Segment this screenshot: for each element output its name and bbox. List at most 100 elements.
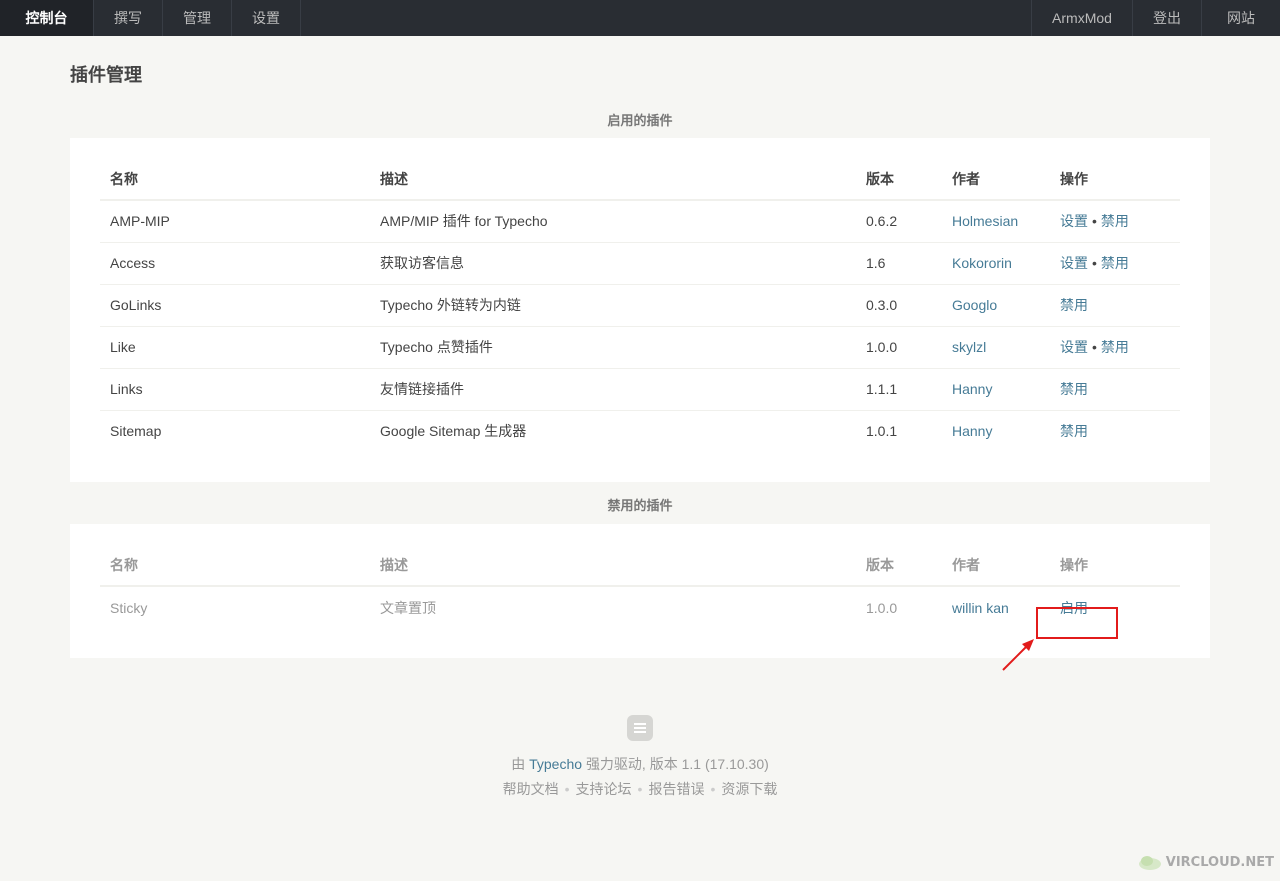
plugin-name: Access [100,242,370,285]
plugin-author-cell: skylzl [942,326,1050,369]
nav-user-profile[interactable]: ArmxMod [1031,0,1132,36]
nav-write[interactable]: 撰写 [94,0,163,36]
header-author: 作者 [942,158,1050,201]
plugin-author-link[interactable]: Kokororin [952,255,1012,271]
plugin-name: Sticky [110,599,148,616]
nav-left-group: 控制台 撰写 管理 设置 [0,0,301,36]
plugin-disable-link[interactable]: 禁用 [1101,255,1129,271]
powered-by-line: 由 Typecho 强力驱动, 版本 1.1 (17.10.30) [70,754,1210,774]
plugin-author-link[interactable]: Holmesian [952,213,1018,229]
plugin-disable-link[interactable]: 禁用 [1101,213,1129,229]
footer-link-forum[interactable]: 支持论坛 [576,781,632,797]
disabled-plugins-table: 名称 描述 版本 作者 操作 Sticky 文章置顶 1.0.0 willin … [100,544,1180,628]
plugin-settings-link[interactable]: 设置 [1060,255,1088,271]
powered-prefix: 由 [511,756,526,772]
plugin-description: AMP/MIP 插件 for Typecho [370,200,856,243]
cloud-logo-icon [1138,856,1161,870]
plugin-description: 文章置顶 [380,599,436,616]
header-description: 描述 [370,158,856,201]
header-version: 版本 [856,544,942,587]
plugin-author-cell: Hanny [942,368,1050,411]
plugin-description: Typecho 点赞插件 [370,326,856,369]
plugin-disable-link[interactable]: 禁用 [1060,381,1088,397]
plugin-version: 1.0.0 [856,326,942,369]
plugin-settings-link[interactable]: 设置 [1060,213,1088,229]
nav-logout[interactable]: 登出 [1132,0,1201,36]
active-plugins-panel: 名称 描述 版本 作者 操作 AMP-MIP AMP/MIP 插件 for Ty… [70,138,1210,482]
nav-dashboard[interactable]: 控制台 [0,0,94,36]
powered-suffix: 强力驱动, 版本 1.1 (17.10.30) [585,756,769,772]
footer-links: 帮助文档 • 支持论坛 • 报告错误 • 资源下载 [70,779,1210,799]
header-version: 版本 [856,158,942,201]
plugin-actions: 设置 • 禁用 [1050,200,1180,243]
disabled-plugins-caption: 禁用的插件 [607,498,673,513]
separator-dot: • [710,781,716,797]
header-actions: 操作 [1050,544,1180,587]
plugin-name: Links [100,368,370,411]
plugin-name: GoLinks [100,284,370,327]
plugin-author-link[interactable]: Googlo [952,297,997,313]
plugin-disable-link[interactable]: 禁用 [1060,423,1088,439]
top-navbar: 控制台 撰写 管理 设置 ArmxMod 登出 网站 [0,0,1280,36]
red-arrow-annotation-icon [1002,639,1034,671]
header-name: 名称 [100,158,370,201]
plugin-version: 0.3.0 [856,284,942,327]
plugin-author-cell: willin kan [942,586,1050,628]
table-row: Like Typecho 点赞插件 1.0.0 skylzl 设置 • 禁用 [100,326,1180,369]
table-header-row: 名称 描述 版本 作者 操作 [100,158,1180,201]
plugin-actions: 设置 • 禁用 [1050,242,1180,285]
footer-link-report-bug[interactable]: 报告错误 [648,781,704,797]
highlight-annotation-box [1036,607,1118,639]
typecho-link[interactable]: Typecho [529,756,582,772]
plugin-version: 1.0.0 [866,599,898,616]
nav-settings[interactable]: 设置 [232,0,301,36]
plugin-description: Google Sitemap 生成器 [380,423,527,440]
header-name: 名称 [100,544,370,587]
header-author: 作者 [942,544,1050,587]
plugin-version: 1.6 [856,242,942,285]
table-row: AMP-MIP AMP/MIP 插件 for Typecho 0.6.2 Hol… [100,200,1180,243]
footer-link-downloads[interactable]: 资源下载 [721,781,777,797]
plugin-description: 友情链接插件 [370,368,856,411]
nav-website[interactable]: 网站 [1201,0,1280,36]
watermark: VIRCLOUD.NET [1138,853,1274,871]
plugin-name: Sitemap [110,423,162,440]
plugin-name: AMP-MIP [100,200,370,243]
table-row: Access 获取访客信息 1.6 Kokororin 设置 • 禁用 [100,242,1180,285]
nav-manage[interactable]: 管理 [163,0,232,36]
plugin-author-cell: Googlo [942,284,1050,327]
nav-right-group: ArmxMod 登出 网站 [1031,0,1280,36]
plugin-version: 1.1.1 [856,368,942,411]
plugin-author-link[interactable]: willin kan [952,600,1009,616]
plugin-settings-link[interactable]: 设置 [1060,339,1088,355]
page-title: 插件管理 [70,65,142,85]
plugin-actions: 禁用 [1050,410,1180,452]
separator-dot: • [637,781,643,797]
table-row: GoLinks Typecho 外链转为内链 0.3.0 Googlo 禁用 [100,284,1180,327]
table-row: Links 友情链接插件 1.1.1 Hanny 禁用 [100,368,1180,411]
table-row: Sitemap Google Sitemap 生成器 1.0.1 Hanny 禁… [100,410,1180,452]
plugin-actions: 禁用 [1050,368,1180,411]
plugin-author-link[interactable]: Hanny [952,423,992,439]
table-row: Sticky 文章置顶 1.0.0 willin kan 启用 [100,586,1180,628]
watermark-text: VIRCLOUD.NET [1165,854,1274,870]
plugin-author-cell: Hanny [942,410,1050,452]
main-container: 插件管理 启用的插件 名称 描述 版本 作者 操作 AMP-MIP AMP/MI… [70,64,1210,799]
header-description: 描述 [370,544,856,587]
footer-link-help-docs[interactable]: 帮助文档 [503,781,559,797]
plugin-author-link[interactable]: skylzl [952,339,986,355]
separator-dot: • [1092,213,1097,230]
plugin-author-cell: Kokororin [942,242,1050,285]
plugin-version: 0.6.2 [856,200,942,243]
plugin-version: 1.0.1 [866,423,898,440]
plugin-description: Typecho 外链转为内链 [370,284,856,327]
separator-dot: • [564,781,570,797]
plugin-actions: 禁用 [1050,284,1180,327]
plugin-disable-link[interactable]: 禁用 [1060,297,1088,313]
table-header-row: 名称 描述 版本 作者 操作 [100,544,1180,587]
plugin-disable-link[interactable]: 禁用 [1101,339,1129,355]
header-actions: 操作 [1050,158,1180,201]
plugin-description: 获取访客信息 [370,242,856,285]
separator-dot: • [1092,255,1097,271]
plugin-author-link[interactable]: Hanny [952,381,992,397]
